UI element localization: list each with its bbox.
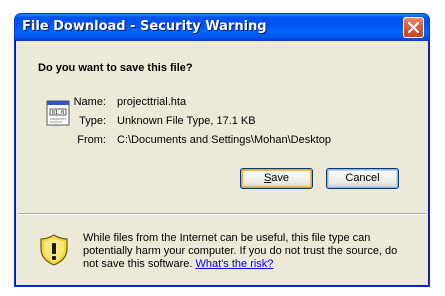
type-value: Unknown File Type, 17.1 KB [117, 115, 256, 127]
cancel-button[interactable]: Cancel [326, 168, 399, 189]
shield-warning-icon [39, 234, 69, 266]
save-button[interactable]: Save [240, 168, 313, 189]
from-label: From: [77, 134, 106, 146]
title-bar[interactable]: File Download - Security Warning [15, 14, 429, 41]
window-title: File Download - Security Warning [22, 19, 267, 34]
warning-message: While files from the Internet can be use… [83, 232, 413, 271]
save-label: ave [271, 172, 290, 184]
separator [18, 213, 426, 215]
dialog-question: Do you want to save this file? [38, 62, 193, 74]
close-button[interactable] [403, 17, 424, 38]
name-value: projecttrial.hta [117, 96, 187, 108]
type-label: Type: [79, 115, 106, 127]
from-value: C:\Documents and Settings\Mohan\Desktop [117, 134, 332, 146]
close-icon [408, 22, 419, 33]
whats-the-risk-link[interactable]: What's the risk? [196, 258, 274, 270]
name-label: Name: [73, 96, 106, 108]
file-download-dialog: File Download - Security Warning Do you … [14, 13, 430, 287]
